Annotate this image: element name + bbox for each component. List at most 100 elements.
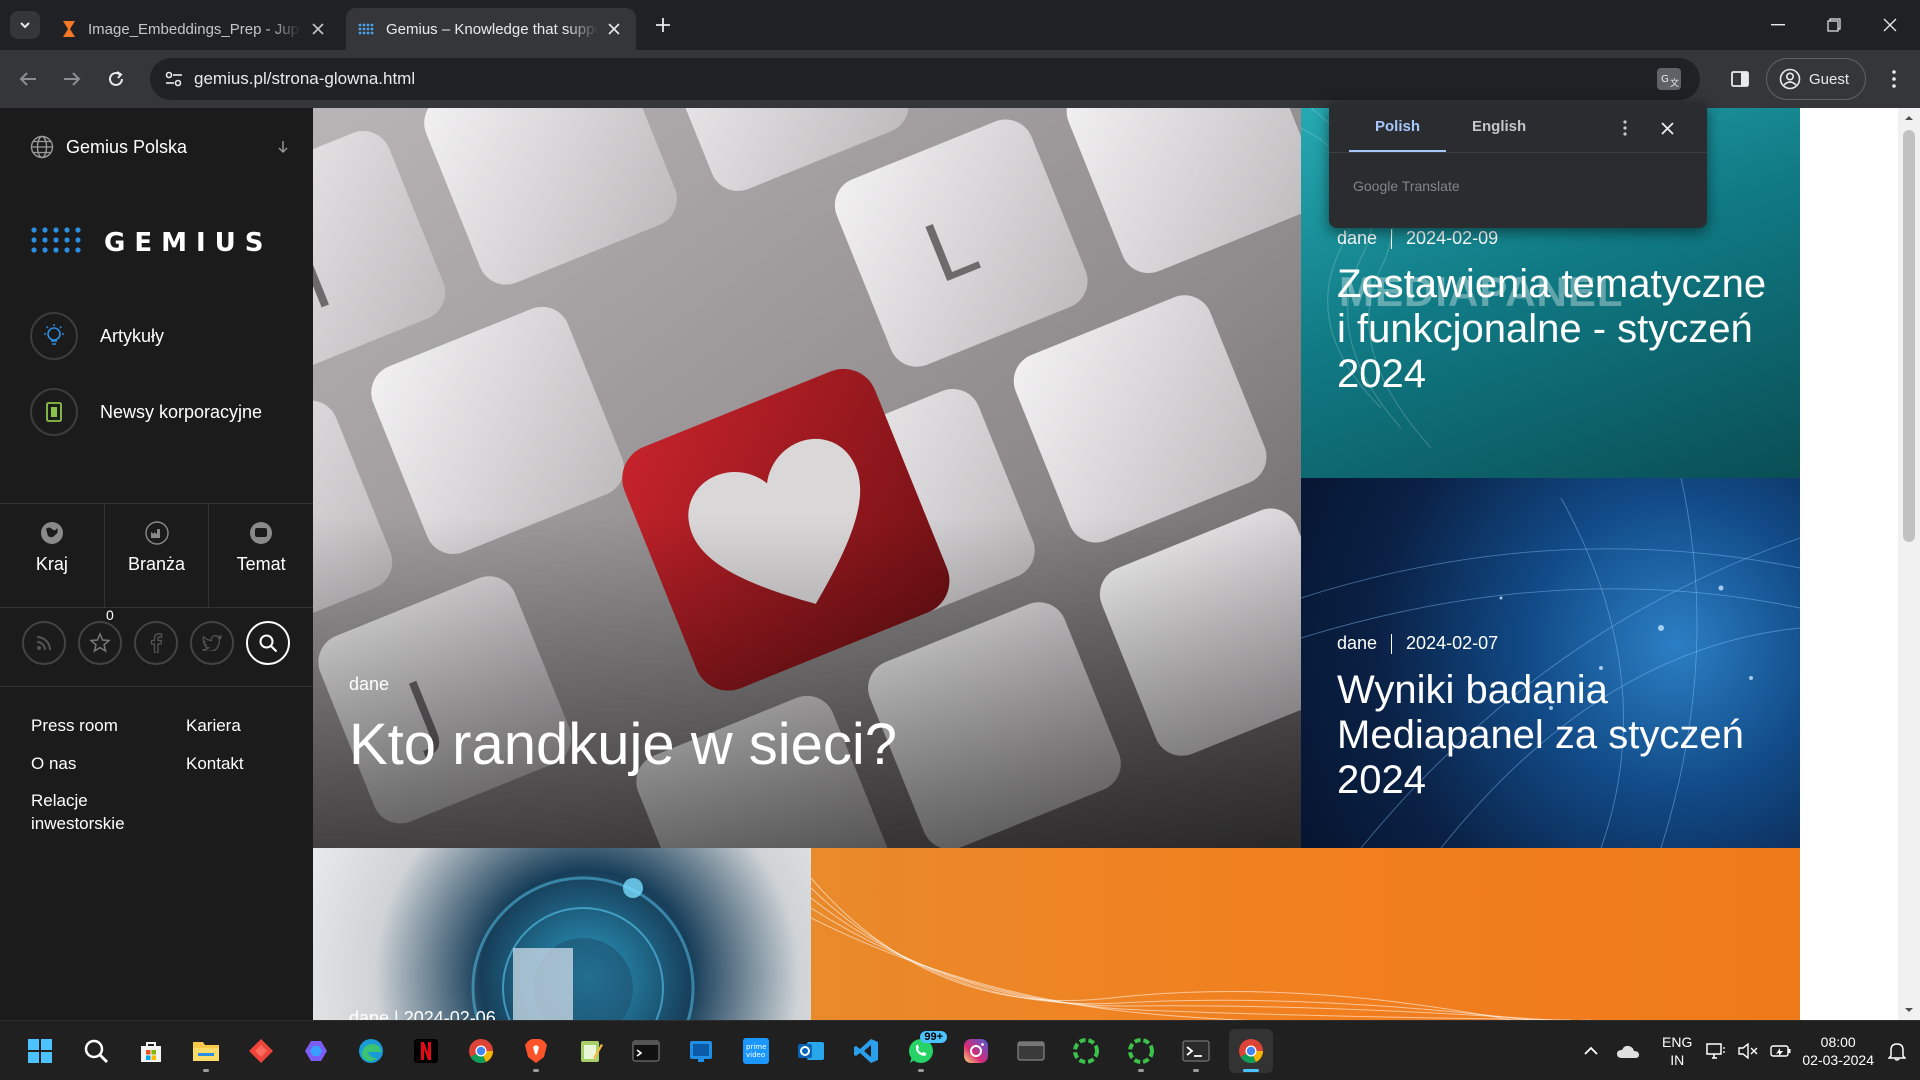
chrome-active-icon[interactable] [1229, 1029, 1273, 1073]
circle-app-icon-2[interactable] [1119, 1029, 1163, 1073]
hero-title[interactable]: Kto randkuje w sieci? [349, 711, 897, 778]
card-category[interactable]: dane [349, 1008, 389, 1020]
search-icon[interactable] [74, 1029, 118, 1073]
translate-options-button[interactable] [1613, 116, 1637, 140]
region-selector[interactable]: Gemius Polska [30, 132, 288, 162]
hero-article[interactable]: I L J O dane Kto randkuje w sieci? [313, 108, 1301, 848]
circle-app-icon[interactable] [1064, 1029, 1108, 1073]
running-indicator [918, 1069, 924, 1072]
nav-articles[interactable]: Artykuły [30, 312, 164, 360]
scroll-up-icon[interactable] [1903, 112, 1915, 124]
forward-button[interactable] [56, 63, 88, 95]
orange-waves-image [811, 877, 1591, 1020]
close-icon[interactable] [604, 19, 624, 39]
window-icon[interactable] [1009, 1029, 1053, 1073]
page-scrollbar[interactable] [1898, 108, 1920, 1020]
arrow-left-icon [19, 72, 36, 86]
edge-icon[interactable] [349, 1029, 393, 1073]
onedrive-icon[interactable] [1616, 1043, 1640, 1059]
netflix-icon[interactable] [404, 1029, 448, 1073]
translate-close-button[interactable] [1655, 116, 1679, 140]
article-card[interactable] [811, 848, 1800, 1020]
footer-link-career[interactable]: Kariera [186, 714, 241, 737]
twitter-button[interactable] [190, 621, 234, 665]
chrome-icon[interactable] [459, 1029, 503, 1073]
windows-start-icon[interactable] [18, 1029, 62, 1073]
card-title[interactable]: Zestawienia tematyczne i funkcjonalne - … [1337, 262, 1777, 397]
vscode-icon[interactable] [844, 1029, 888, 1073]
notepad-icon[interactable] [569, 1029, 613, 1073]
network-icon[interactable] [1706, 1042, 1726, 1060]
tab-polish[interactable]: Polish [1349, 102, 1447, 152]
back-button[interactable] [12, 63, 44, 95]
system-clock[interactable]: 08:00 02-03-2024 [1802, 1033, 1874, 1069]
new-tab-button[interactable] [650, 12, 676, 38]
file-explorer-icon[interactable] [184, 1029, 228, 1073]
favorites-count: 0 [106, 607, 114, 623]
hero-category[interactable]: dane [349, 674, 897, 695]
copilot-icon[interactable] [294, 1029, 338, 1073]
footer-link-about[interactable]: O nas [31, 752, 76, 775]
instagram-icon[interactable] [954, 1029, 998, 1073]
footer-link-press-room[interactable]: Press room [31, 714, 118, 737]
close-icon[interactable] [308, 19, 328, 39]
language-region: IN [1670, 1052, 1685, 1068]
reload-icon [109, 71, 123, 86]
category-country[interactable]: Kraj [0, 504, 105, 607]
tab-gemius[interactable]: Gemius – Knowledge that supports [346, 8, 636, 50]
scrollbar-thumb[interactable] [1903, 130, 1915, 542]
card-category[interactable]: dane [1337, 228, 1377, 249]
meta-separator [1391, 633, 1393, 654]
address-bar[interactable]: gemius.pl/strona-glowna.html G文 [150, 58, 1700, 100]
tab-search-button[interactable] [10, 11, 40, 39]
card-title[interactable]: Wyniki badania Mediapanel za styczeń 202… [1337, 668, 1777, 803]
translate-icon: G文 [1657, 68, 1681, 90]
outlook-icon[interactable] [789, 1029, 833, 1073]
favorites-button[interactable] [78, 621, 122, 665]
side-panel-button[interactable] [1724, 63, 1756, 95]
tab-english[interactable]: English [1446, 102, 1552, 152]
category-industry[interactable]: Branża [105, 504, 210, 607]
brave-icon[interactable] [514, 1029, 558, 1073]
card-meta: dane 2024-02-09 [1337, 228, 1498, 249]
minimize-button[interactable] [1750, 0, 1806, 50]
tab-jupyter[interactable]: Image_Embeddings_Prep - Jupyter [48, 8, 340, 50]
footer-link-investor-relations[interactable]: Relacje inwestorskie [31, 789, 151, 835]
nav-corporate-news[interactable]: Newsy korporacyjne [30, 388, 262, 436]
translate-divider [1329, 152, 1707, 153]
profile-button[interactable]: Guest [1766, 58, 1866, 100]
language-indicator[interactable]: ENG IN [1662, 1033, 1692, 1069]
globe-icon [30, 135, 54, 159]
facebook-button[interactable] [134, 621, 178, 665]
footer-link-contact[interactable]: Kontakt [186, 752, 244, 775]
terminal-app-icon[interactable] [1174, 1029, 1218, 1073]
chevron-up-icon[interactable] [1584, 1046, 1598, 1056]
reload-button[interactable] [100, 63, 132, 95]
terminal-icon[interactable] [624, 1029, 668, 1073]
notification-bell-icon[interactable] [1888, 1041, 1906, 1061]
article-card[interactable]: dane 2024-02-07 Wyniki badania Mediapanel… [1301, 478, 1800, 848]
site-info-icon[interactable] [154, 58, 194, 100]
battery-icon[interactable] [1770, 1044, 1792, 1058]
card-category[interactable]: dane [1337, 633, 1377, 654]
search-button[interactable] [246, 621, 290, 665]
microsoft-store-icon[interactable] [129, 1029, 173, 1073]
volume-muted-icon[interactable] [1738, 1043, 1758, 1059]
category-topic[interactable]: Temat [209, 504, 313, 607]
whatsapp-icon[interactable]: 99+ [899, 1029, 947, 1073]
scroll-down-icon[interactable] [1903, 1004, 1915, 1016]
close-window-button[interactable] [1862, 0, 1918, 50]
tab-strip: Image_Embeddings_Prep - Jupyter Gemius –… [0, 0, 1920, 50]
restore-button[interactable] [1806, 0, 1862, 50]
nav-articles-label: Artykuły [100, 325, 165, 346]
windows-app-icon[interactable] [679, 1029, 723, 1073]
browser-menu-button[interactable] [1878, 63, 1910, 95]
anydesk-icon[interactable] [239, 1029, 283, 1073]
translate-page-button[interactable]: G文 [1654, 66, 1684, 92]
gemius-logo[interactable]: GEMIUS [30, 226, 273, 260]
prime-video-icon[interactable]: prime video [734, 1029, 778, 1073]
article-card[interactable]: dane | 2024-02-06 [313, 848, 811, 1020]
card-meta: dane | 2024-02-06 [349, 1008, 496, 1020]
rss-button[interactable] [22, 621, 66, 665]
running-indicator [533, 1069, 539, 1072]
